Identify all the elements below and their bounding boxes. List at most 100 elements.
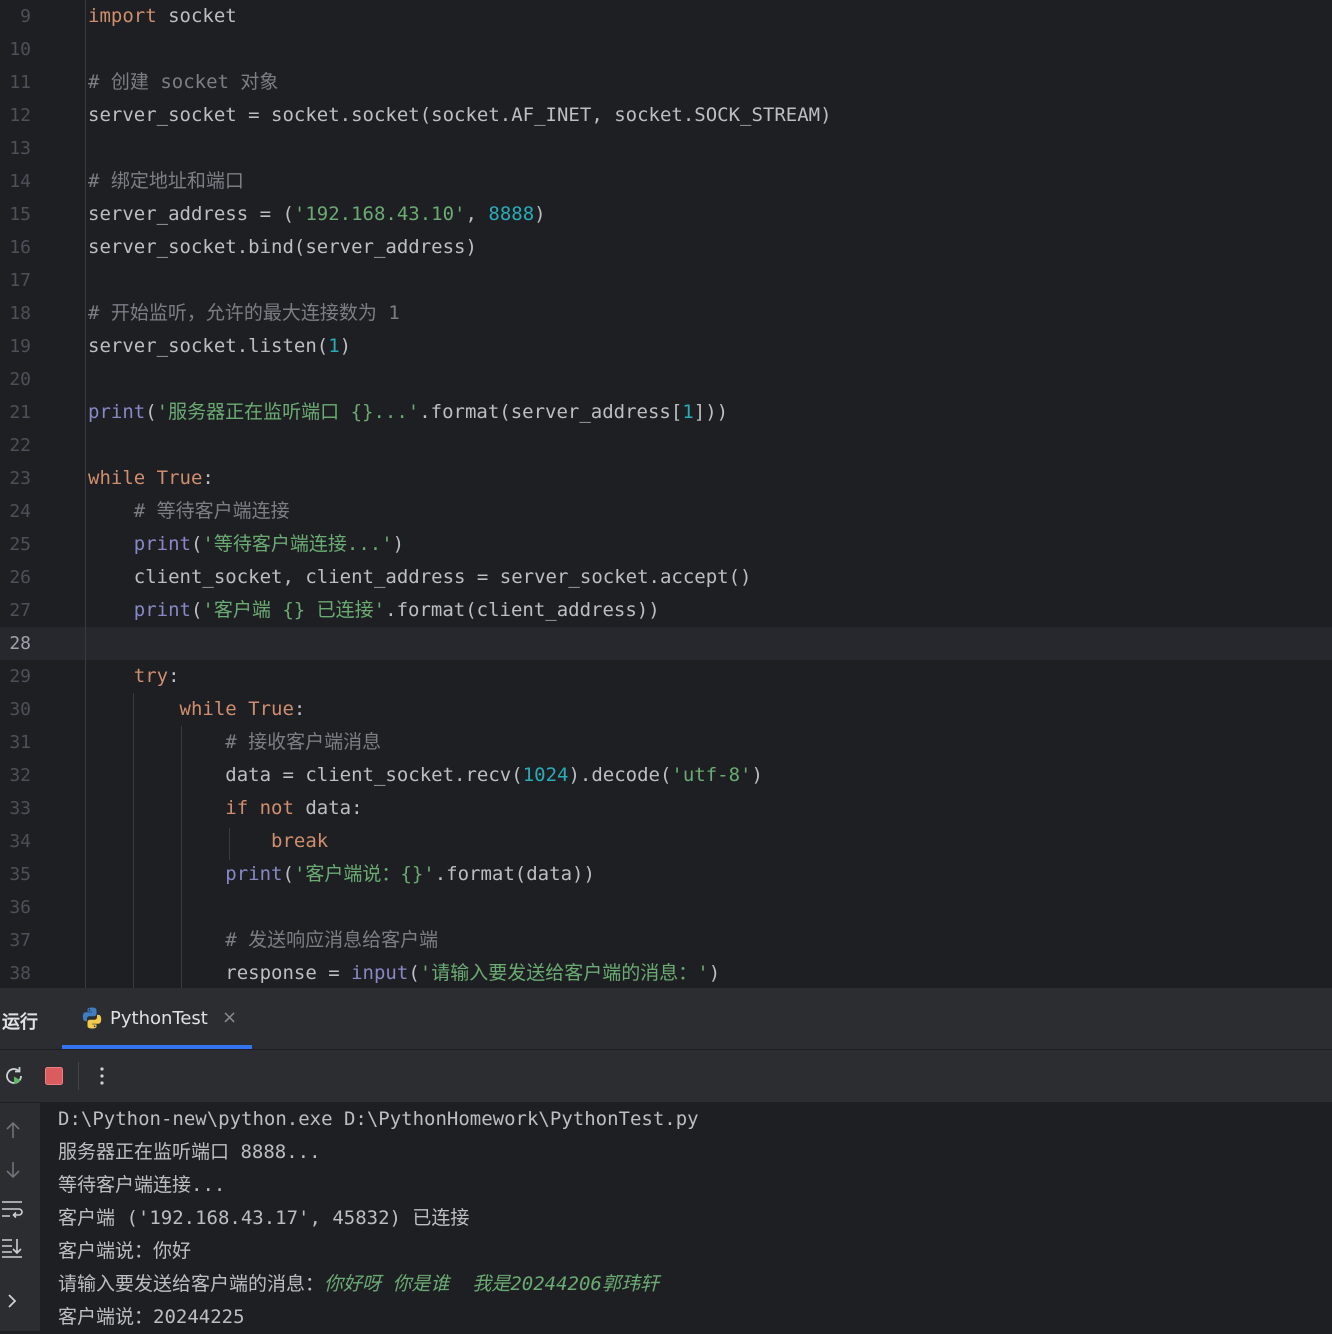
stop-icon[interactable] [42,1064,66,1088]
console-text: 客户端 ('192.168.43.17', 45832) 已连接 [58,1207,470,1229]
console-line: 请输入要发送给客户端的消息：你好呀 你是谁 我是20244206郭玮轩 [58,1268,659,1301]
code-line[interactable]: 32 data = client_socket.recv(1024).decod… [0,759,1332,792]
code-line[interactable]: 36 [0,891,1332,924]
line-number: 21 [9,402,31,423]
code-line[interactable]: 23 while True: [0,462,1332,495]
python-icon [82,1007,102,1029]
console-user-input: 你好呀 你是谁 我是20244206郭玮轩 [324,1273,659,1295]
code-text: print('等待客户端连接...') [133,533,405,555]
code-text: while True: [179,698,306,720]
code-line[interactable]: 21 print('服务器正在监听端口 {}...'.format(server_… [0,396,1332,429]
code-line[interactable]: 37 # 发送响应消息给客户端 [0,924,1332,957]
line-number: 15 [9,204,31,225]
code-line[interactable]: 30 while True: [0,693,1332,726]
code-text: if not data: [225,797,363,819]
line-number: 11 [9,72,31,93]
code-line[interactable]: 19 server_socket.listen(1) [0,330,1332,363]
panel-title: 运行 [2,1012,38,1033]
scroll-up-icon[interactable] [2,1119,24,1141]
run-panel: 运行 PythonTest × D:\Python-new\python.exe… [0,988,1332,1331]
line-number: 17 [9,270,31,291]
code-line[interactable]: 25 print('等待客户端连接...') [0,528,1332,561]
line-number: 16 [9,237,31,258]
code-line[interactable]: 10 [0,33,1332,66]
code-text: data = client_socket.recv(1024).decode('… [88,764,763,786]
expand-icon[interactable] [2,1291,22,1311]
code-line[interactable]: 11 # 创建 socket 对象 [0,66,1332,99]
rerun-icon[interactable] [2,1064,26,1088]
console-side-toolbar [0,1103,40,1331]
soft-wrap-icon[interactable] [0,1197,24,1221]
line-number: 29 [9,666,31,687]
code-line[interactable]: 20 [0,363,1332,396]
code-line[interactable]: 29 try: [0,660,1332,693]
close-icon[interactable]: × [222,1007,237,1028]
more-options-icon[interactable] [90,1064,114,1088]
code-text: server_socket.listen(1) [88,335,352,357]
code-text: response = input('请输入要发送给客户端的消息：') [88,962,721,984]
line-number: 26 [9,567,31,588]
code-text: print('服务器正在监听端口 {}...'.format(server_ad… [88,401,729,423]
code-text: # 等待客户端连接 [133,500,290,522]
code-line[interactable]: 28 [0,627,1332,660]
code-text: import socket [88,5,237,27]
code-line[interactable]: 35 print('客户端说：{}'.format(data)) [0,858,1332,891]
gutter-separator [85,0,86,988]
code-text: print('客户端 {} 已连接'.format(client_address… [133,599,660,621]
line-number: 28 [9,633,31,654]
code-line[interactable]: 14 # 绑定地址和端口 [0,165,1332,198]
console-text: 客户端说：20244225 [58,1306,245,1328]
line-number: 13 [9,138,31,159]
line-number: 12 [9,105,31,126]
tab-label: PythonTest [110,1008,208,1029]
code-line[interactable]: 33 if not data: [0,792,1332,825]
line-number: 25 [9,534,31,555]
code-line[interactable]: 12 server_socket = socket.socket(socket.A… [0,99,1332,132]
code-line[interactable]: 13 [0,132,1332,165]
line-number: 23 [9,468,31,489]
code-text: # 接收客户端消息 [225,731,382,753]
code-text: # 绑定地址和端口 [88,170,244,192]
indent-guide [133,693,134,988]
console-line: 客户端说：你好 [58,1235,191,1268]
line-number: 31 [9,732,31,753]
scroll-to-end-icon[interactable] [0,1235,24,1259]
code-line[interactable]: 9 import socket [0,0,1332,33]
code-editor[interactable]: 9 import socket 10 11 # 创建 socket 对象 12 server… [0,0,1332,988]
code-line[interactable]: 15 server_address = ('192.168.43.10', 888… [0,198,1332,231]
line-number: 22 [9,435,31,456]
line-number: 37 [9,930,31,951]
code-line[interactable]: 22 [0,429,1332,462]
code-line[interactable]: 38 response = input('请输入要发送给客户端的消息：') [0,957,1332,988]
line-number: 9 [20,6,31,27]
code-text: print('客户端说：{}'.format(data)) [225,863,595,885]
console-line: 客户端 ('192.168.43.17', 45832) 已连接 [58,1202,469,1235]
code-line[interactable]: 34 break [0,825,1332,858]
code-text: while True: [88,467,214,489]
code-line[interactable]: 26 client_socket, client_address = serve… [0,561,1332,594]
line-number: 18 [9,303,31,324]
code-line[interactable]: 18 # 开始监听，允许的最大连接数为 1 [0,297,1332,330]
code-line[interactable]: 31 # 接收客户端消息 [0,726,1332,759]
run-tab-bar: 运行 PythonTest × [0,988,1332,1050]
line-number: 24 [9,501,31,522]
line-number: 34 [9,831,31,852]
line-number: 27 [9,600,31,621]
line-number: 20 [9,369,31,390]
code-line[interactable]: 16 server_socket.bind(server_address) [0,231,1332,264]
active-tab-indicator [62,1045,252,1049]
console-line: 服务器正在监听端口 8888... [58,1136,321,1169]
code-line[interactable]: 24 # 等待客户端连接 [0,495,1332,528]
console-text: 等待客户端连接... [58,1174,226,1196]
line-number: 33 [9,798,31,819]
console-text: 客户端说：你好 [58,1240,192,1262]
tab-python-test[interactable]: PythonTest × [62,988,252,1049]
code-line[interactable]: 27 print('客户端 {} 已连接'.format(client_addr… [0,594,1332,627]
console-text: D:\Python-new\python.exe D:\PythonHomewo… [58,1108,699,1130]
line-number: 10 [9,39,31,60]
line-number: 35 [9,864,31,885]
line-number: 32 [9,765,31,786]
scroll-down-icon[interactable] [2,1159,24,1181]
code-line[interactable]: 17 [0,264,1332,297]
console-output[interactable]: D:\Python-new\python.exe D:\PythonHomewo… [40,1103,1332,1331]
